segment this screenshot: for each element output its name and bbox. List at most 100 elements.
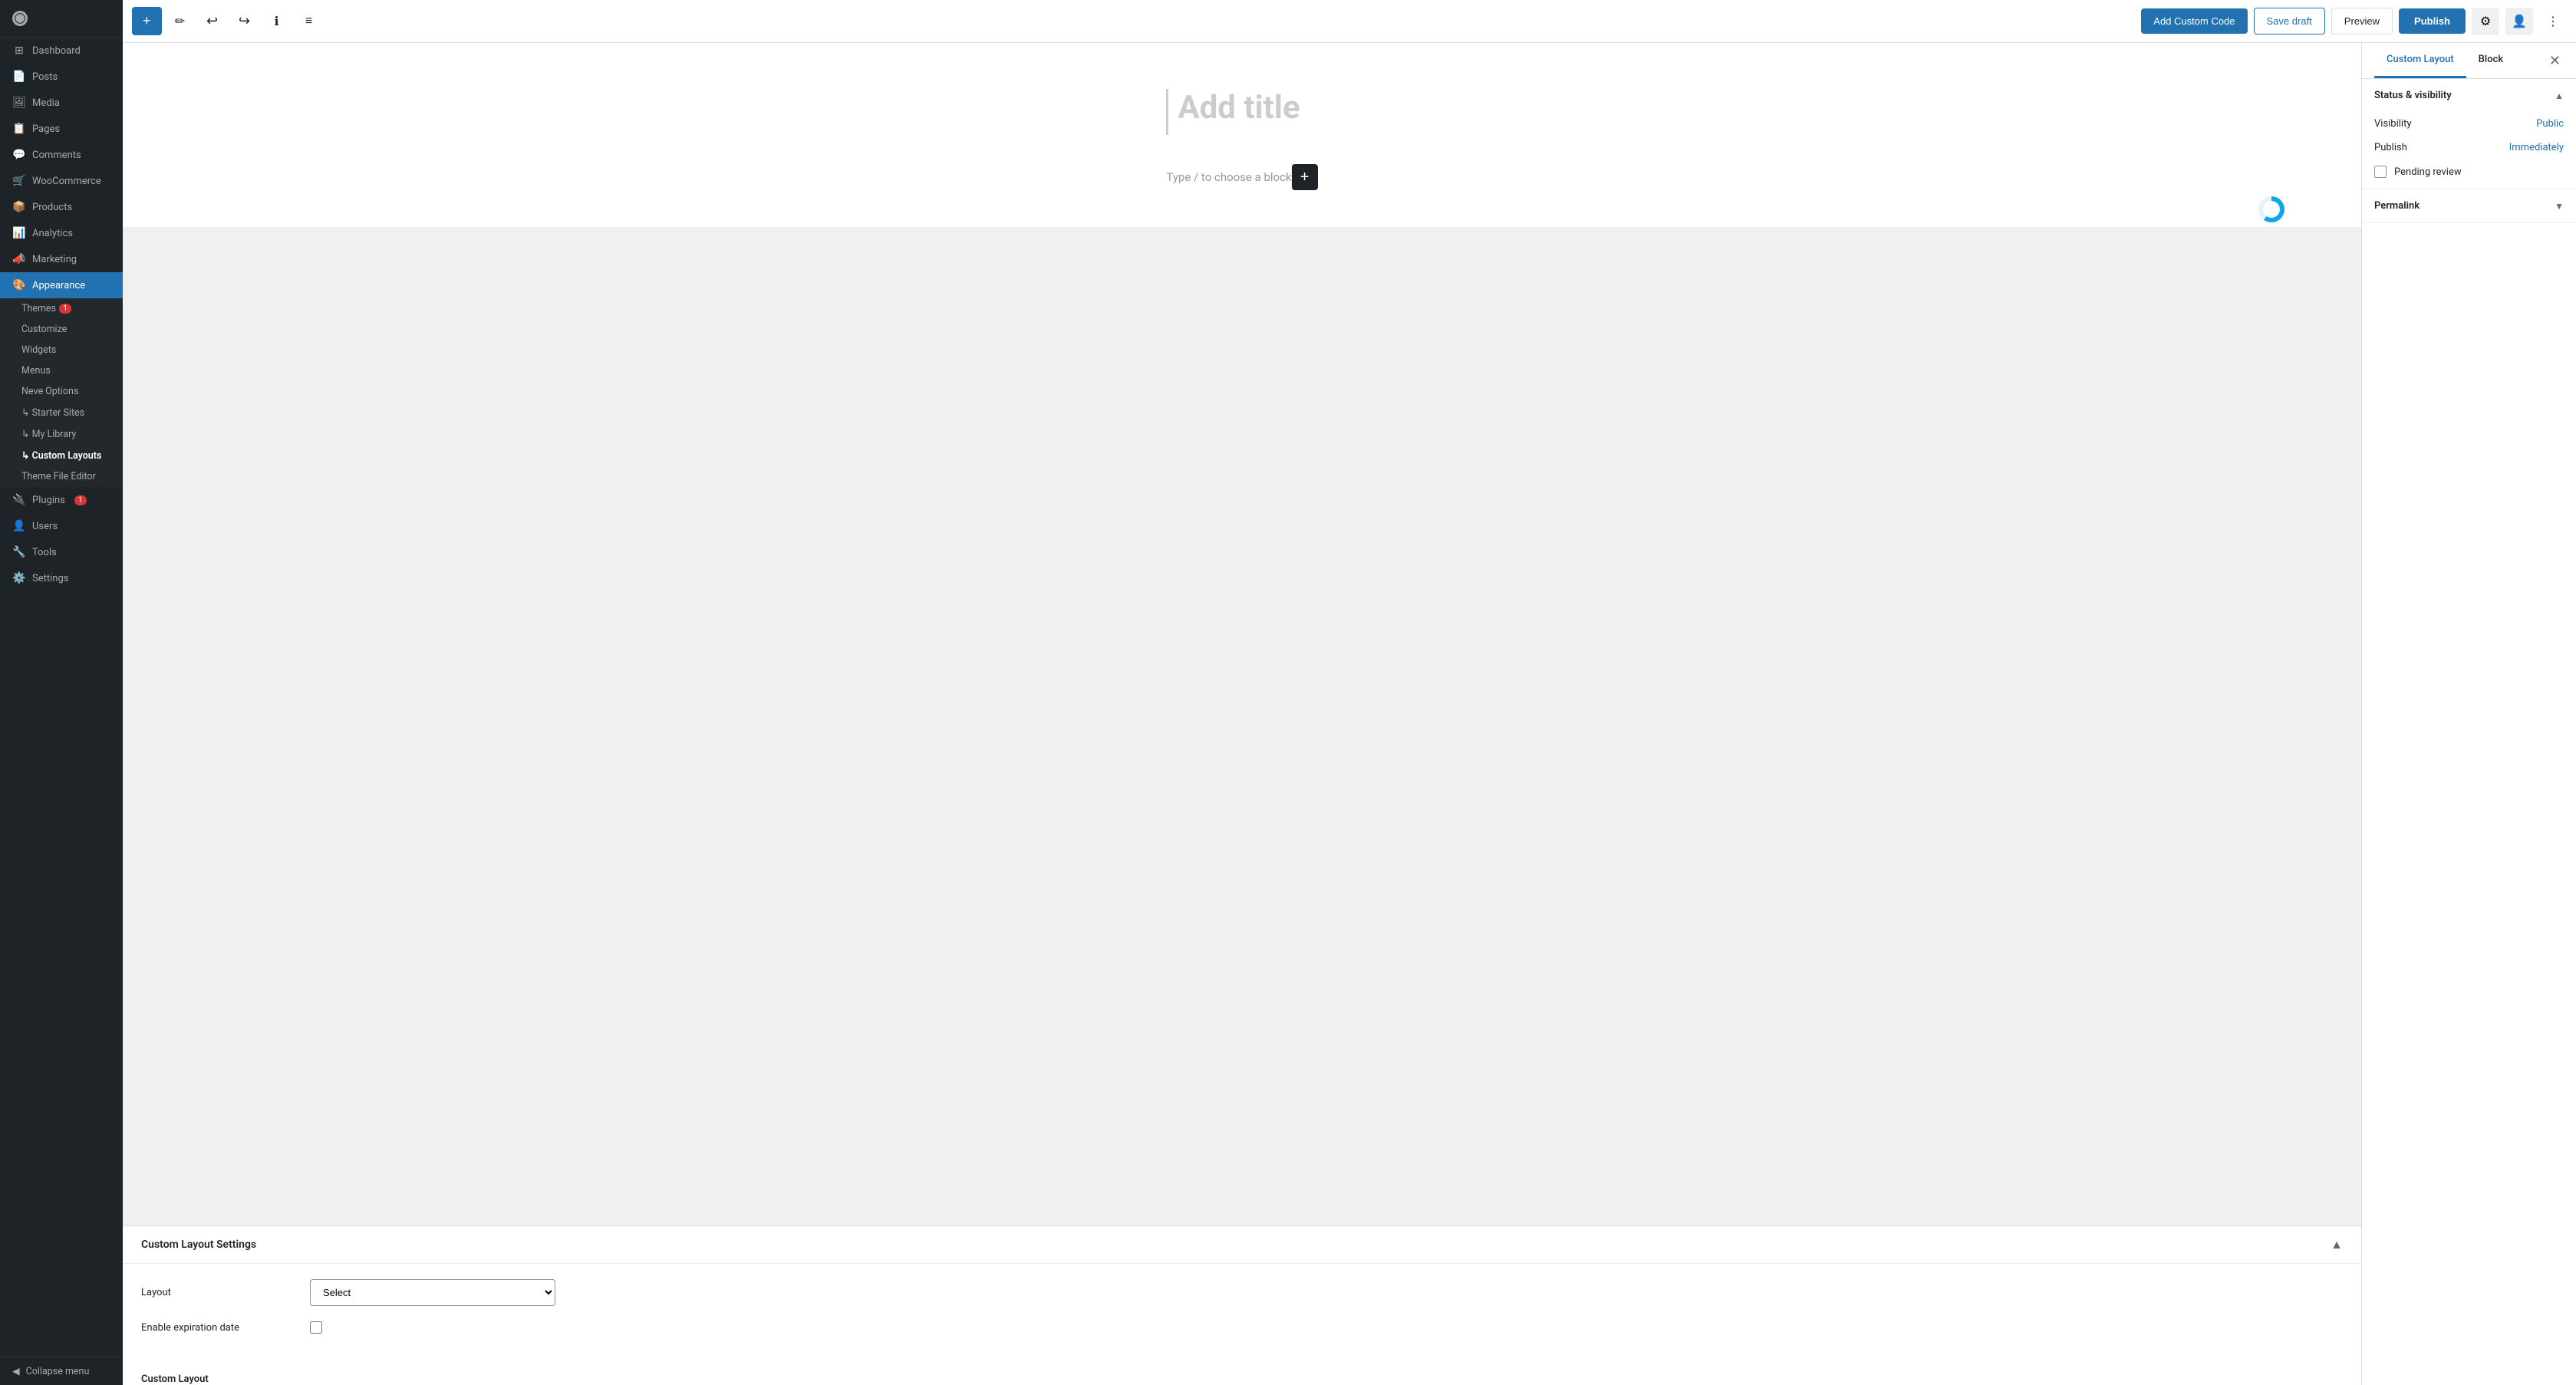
- pending-review-label: Pending review: [2394, 166, 2462, 178]
- sidebar-submenu-widgets[interactable]: Widgets: [0, 340, 123, 360]
- publish-value[interactable]: Immediately: [2509, 142, 2564, 153]
- settings-panel-title: Custom Layout Settings: [141, 1239, 256, 1251]
- gear-icon: ⚙: [2480, 14, 2491, 29]
- redo-icon: ↪: [239, 13, 250, 29]
- custom-layout-section-title: Custom Layout: [123, 1364, 2361, 1385]
- permalink-header[interactable]: Permalink ▼: [2362, 189, 2576, 222]
- list-view-button[interactable]: ≡: [295, 8, 323, 35]
- chevron-down-permalink-icon: ▼: [2555, 201, 2564, 212]
- gear-settings-button[interactable]: ⚙: [2472, 8, 2499, 35]
- preview-button[interactable]: Preview: [2331, 8, 2393, 35]
- sidebar-item-pages[interactable]: 📋 Pages: [0, 116, 123, 142]
- sidebar-submenu-menus[interactable]: Menus: [0, 360, 123, 381]
- analytics-icon: 📊: [12, 226, 26, 240]
- expiration-row: Enable expiration date: [141, 1321, 2343, 1334]
- plugins-icon: 🔌: [12, 493, 26, 507]
- user-avatar-button[interactable]: 👤: [2505, 8, 2533, 35]
- collapse-menu-button[interactable]: ◀ Collapse menu: [0, 1357, 123, 1385]
- add-block-canvas-button[interactable]: +: [1292, 164, 1318, 190]
- info-icon: ℹ: [274, 14, 278, 29]
- sidebar-item-posts[interactable]: 📄 Posts: [0, 64, 123, 90]
- block-placeholder-text: Type / to choose a block: [1166, 170, 1291, 184]
- right-panel-close-button[interactable]: ✕: [2546, 50, 2564, 72]
- edit-toolbar-button[interactable]: ✏: [166, 8, 194, 35]
- ellipsis-icon: ⋮: [2547, 14, 2559, 29]
- sidebar-submenu-custom-layouts[interactable]: ↳ Custom Layouts: [0, 445, 123, 466]
- undo-button[interactable]: ↩: [199, 8, 226, 35]
- layout-select[interactable]: Select: [310, 1279, 555, 1306]
- permalink-section: Permalink ▼: [2362, 189, 2576, 223]
- block-placeholder: Type / to choose a block +: [1166, 158, 1317, 196]
- settings-panel-header[interactable]: Custom Layout Settings ▲: [123, 1226, 2361, 1264]
- sidebar-item-marketing[interactable]: 📣 Marketing: [0, 246, 123, 272]
- chevron-up-visibility-icon: ▲: [2555, 90, 2564, 101]
- chevron-up-icon: ▲: [2331, 1237, 2343, 1252]
- products-icon: 📦: [12, 200, 26, 214]
- settings-icon: ⚙️: [12, 571, 26, 585]
- tab-custom-layout[interactable]: Custom Layout: [2374, 43, 2466, 78]
- info-button[interactable]: ℹ: [263, 8, 291, 35]
- expiration-label: Enable expiration date: [141, 1322, 295, 1334]
- media-icon: 🖼: [12, 96, 26, 110]
- sidebar-item-media[interactable]: 🖼 Media: [0, 90, 123, 116]
- sidebar-submenu-starter-sites[interactable]: ↳ Starter Sites: [0, 402, 123, 423]
- more-options-button[interactable]: ⋮: [2539, 8, 2567, 35]
- sidebar-item-tools[interactable]: 🔧 Tools: [0, 539, 123, 565]
- pending-review-checkbox[interactable]: [2374, 166, 2387, 178]
- title-input[interactable]: Add title: [1166, 89, 1317, 135]
- sidebar-submenu-themes[interactable]: Themes 1: [0, 298, 123, 319]
- publish-button[interactable]: Publish: [2399, 8, 2466, 34]
- sidebar-item-woocommerce[interactable]: 🛒 WooCommerce: [0, 168, 123, 194]
- marketing-icon: 📣: [12, 252, 26, 266]
- sidebar-item-dashboard[interactable]: ⊞ Dashboard: [0, 38, 123, 64]
- tab-block[interactable]: Block: [2466, 43, 2515, 78]
- redo-button[interactable]: ↪: [231, 8, 259, 35]
- add-custom-code-button[interactable]: Add Custom Code: [2141, 8, 2247, 34]
- right-panel-tabs: Custom Layout Block: [2374, 43, 2515, 78]
- appearance-submenu: Themes 1 Customize Widgets Menus Neve Op…: [0, 298, 123, 487]
- plus-icon: +: [143, 13, 151, 29]
- sidebar-submenu-my-library[interactable]: ↳ My Library: [0, 423, 123, 445]
- status-visibility-header[interactable]: Status & visibility ▲: [2362, 79, 2576, 112]
- comments-icon: 💬: [12, 148, 26, 162]
- pages-icon: 📋: [12, 122, 26, 136]
- list-icon: ≡: [305, 15, 312, 28]
- layout-label: Layout: [141, 1287, 295, 1298]
- right-panel: Custom Layout Block ✕ Status & visibilit…: [2361, 43, 2576, 1385]
- plus-block-icon: +: [1300, 169, 1309, 186]
- sidebar-submenu-neve-options[interactable]: Neve Options: [0, 381, 123, 402]
- sidebar-item-appearance[interactable]: 🎨 Appearance: [0, 272, 123, 298]
- sidebar-submenu-customize[interactable]: Customize: [0, 319, 123, 340]
- edit-icon: ✏: [175, 14, 185, 29]
- avatar-icon: 👤: [2512, 14, 2527, 29]
- collapse-icon: ◀: [12, 1365, 20, 1377]
- sidebar-submenu-theme-file-editor[interactable]: Theme File Editor: [0, 466, 123, 487]
- sidebar-item-settings[interactable]: ⚙️ Settings: [0, 565, 123, 591]
- sidebar-item-comments[interactable]: 💬 Comments: [0, 142, 123, 168]
- canvas-inner: Add title Type / to choose a block +: [1105, 43, 1379, 227]
- add-block-toolbar-button[interactable]: +: [132, 7, 162, 35]
- main-content: + ✏ ↩ ↪ ℹ ≡ Add Custom Code Save draft P…: [123, 0, 2576, 1385]
- undo-icon: ↩: [206, 13, 218, 29]
- sidebar: ⊞ Dashboard 📄 Posts 🖼 Media 📋 Pages 💬 Co…: [0, 0, 123, 1385]
- toolbar: + ✏ ↩ ↪ ℹ ≡ Add Custom Code Save draft P…: [123, 0, 2576, 43]
- sidebar-item-analytics[interactable]: 📊 Analytics: [0, 220, 123, 246]
- sidebar-item-users[interactable]: 👤 Users: [0, 513, 123, 539]
- visibility-row: Visibility Public: [2362, 112, 2576, 136]
- right-panel-header: Custom Layout Block ✕: [2362, 43, 2576, 79]
- settings-body: Layout Select Enable expiration date: [123, 1264, 2361, 1364]
- expiration-checkbox[interactable]: [310, 1321, 322, 1334]
- save-draft-button[interactable]: Save draft: [2254, 8, 2325, 35]
- close-icon: ✕: [2549, 53, 2561, 68]
- sidebar-item-plugins[interactable]: 🔌 Plugins 1: [0, 487, 123, 513]
- appearance-icon: 🎨: [12, 278, 26, 292]
- canvas-wrapper: Add title Type / to choose a block +: [123, 43, 2361, 1225]
- dashboard-icon: ⊞: [12, 44, 26, 58]
- users-icon: 👤: [12, 519, 26, 533]
- sidebar-item-products[interactable]: 📦 Products: [0, 194, 123, 220]
- pending-review-row: Pending review: [2362, 160, 2576, 189]
- layout-row: Layout Select: [141, 1279, 2343, 1306]
- visibility-value[interactable]: Public: [2536, 118, 2564, 130]
- tools-icon: 🔧: [12, 545, 26, 559]
- publish-label: Publish: [2374, 142, 2407, 153]
